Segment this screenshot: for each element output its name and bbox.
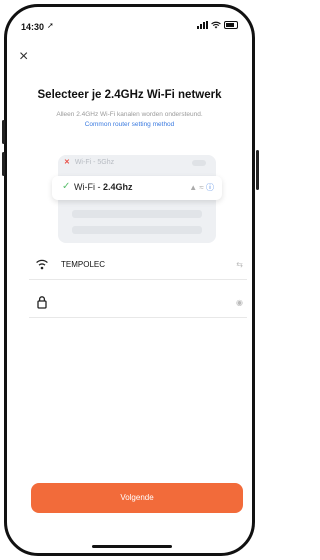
common-router-setting-link[interactable]: Common router setting method bbox=[7, 121, 252, 128]
row1-band: 5Ghz bbox=[97, 159, 115, 166]
wifi-status-icon bbox=[211, 21, 221, 29]
row2-prefix: Wi-Fi - bbox=[74, 182, 103, 192]
phone-frame: 14:30 ➚ × Selecteer je 2.4GHz Wi-Fi netw… bbox=[4, 4, 255, 556]
row2-label: Wi-Fi - 2.4Ghz bbox=[74, 182, 133, 192]
location-icon: ➚ bbox=[47, 21, 54, 30]
lock-icon bbox=[37, 296, 47, 309]
eye-icon[interactable]: ◉ bbox=[236, 298, 243, 307]
row2-band: 2.4Ghz bbox=[103, 182, 133, 192]
ssid-field[interactable]: TEMPOLEC ⇆ bbox=[29, 251, 247, 280]
home-indicator bbox=[92, 545, 172, 548]
side-button bbox=[2, 152, 5, 176]
info-icon: ⓘ bbox=[206, 183, 214, 192]
page-title: Selecteer je 2.4GHz Wi-Fi netwerk bbox=[37, 89, 222, 101]
switch-network-icon[interactable]: ⇆ bbox=[236, 260, 243, 269]
wifi-band-illustration: ✕ Wi-Fi - 5Ghz ✓ Wi-Fi - 2.4Ghz ▲ ≈ ⓘ bbox=[52, 152, 222, 244]
checkmark-icon: ✓ bbox=[62, 181, 71, 192]
placeholder-bar bbox=[72, 210, 202, 218]
illustration-row-5ghz: ✕ Wi-Fi - 5Ghz bbox=[64, 158, 210, 174]
close-icon[interactable]: × bbox=[19, 49, 28, 65]
battery-icon bbox=[224, 21, 238, 29]
lock-small-icon: ▲ bbox=[189, 183, 198, 192]
placeholder-bar bbox=[192, 160, 206, 166]
cross-icon: ✕ bbox=[64, 159, 70, 166]
illustration-row-24ghz: ✓ Wi-Fi - 2.4Ghz ▲ ≈ ⓘ bbox=[52, 176, 222, 200]
wifi-small-icon: ≈ bbox=[199, 183, 204, 192]
status-bar: 14:30 ➚ bbox=[7, 7, 252, 43]
next-button[interactable]: Volgende bbox=[31, 483, 243, 513]
status-time: 14:30 bbox=[21, 22, 45, 32]
ssid-value: TEMPOLEC bbox=[61, 260, 106, 269]
wifi-icon bbox=[36, 259, 48, 270]
row2-icons: ▲ ≈ ⓘ bbox=[189, 182, 214, 193]
row1-prefix: Wi-Fi - bbox=[74, 159, 98, 166]
side-button bbox=[256, 150, 259, 190]
placeholder-bar bbox=[72, 226, 202, 234]
signal-icon bbox=[197, 21, 208, 29]
side-button bbox=[2, 120, 5, 144]
page-subtitle: Alleen 2.4GHz Wi-Fi kanalen worden onder… bbox=[56, 111, 203, 118]
status-icons bbox=[197, 21, 238, 29]
password-field[interactable]: ◉ bbox=[29, 289, 247, 318]
